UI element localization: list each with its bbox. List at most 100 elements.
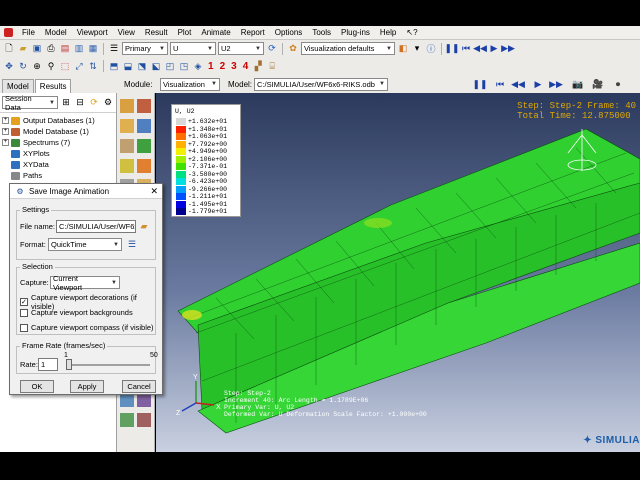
common-options-icon[interactable] [137, 413, 151, 427]
component-select[interactable]: U2 ▼ [218, 42, 264, 55]
view-left-icon[interactable]: ◰ [164, 60, 176, 72]
cancel-button[interactable]: Cancel [122, 380, 156, 393]
close-icon[interactable]: ✕ [150, 186, 158, 197]
format-options-icon[interactable]: ☰ [126, 239, 138, 251]
animate-time-icon[interactable] [137, 159, 151, 173]
menu-tools[interactable]: Tools [307, 28, 336, 37]
auto-fit-icon[interactable]: ⤢ [73, 60, 85, 72]
backgrounds-checkbox[interactable] [20, 308, 28, 317]
session-data-select[interactable]: Session Data ▼ [2, 94, 58, 112]
viewport-cascade-icon[interactable]: ▦ [87, 43, 99, 55]
menu-result[interactable]: Result [140, 28, 173, 37]
file-name-input[interactable]: C:/SIMULIA/User/WF6x6 [56, 220, 136, 233]
print-icon[interactable]: ⎙ [45, 43, 57, 55]
tree-item-xyplots[interactable]: XYPlots [2, 148, 114, 159]
menu-report[interactable]: Report [236, 28, 270, 37]
apply-button[interactable]: Apply [70, 380, 104, 393]
first-frame-icon[interactable]: ⏮ [460, 43, 472, 55]
next-frame-icon[interactable]: ▶▶ [501, 43, 515, 55]
record-icon[interactable]: ⏺ [612, 78, 624, 90]
save-icon[interactable]: ▣ [31, 43, 43, 55]
rotate-icon[interactable]: ↻ [17, 60, 29, 72]
menu-help[interactable]: Help [375, 28, 401, 37]
play-icon[interactable]: ▶ [488, 43, 500, 55]
saved-view-4[interactable]: 4 [241, 61, 251, 72]
zoom-box-icon[interactable]: ⚲ [45, 60, 57, 72]
primary-variable-select[interactable]: Primary ▼ [122, 42, 168, 55]
allow-multiple-plot-icon[interactable] [137, 139, 151, 153]
field-output-icon[interactable]: ☰ [108, 43, 120, 55]
query-icon[interactable]: ⓘ [425, 43, 437, 55]
saved-view-2[interactable]: 2 [218, 61, 228, 72]
tree-item-paths[interactable]: Paths [2, 170, 114, 181]
visualization-defaults-select[interactable]: Visualization defaults ▼ [301, 42, 395, 55]
format-select[interactable]: QuickTime ▼ [48, 238, 122, 251]
viewport-icon[interactable]: ▤ [59, 43, 71, 55]
rate-input[interactable]: 1 [38, 358, 58, 371]
display-group-icon[interactable] [120, 393, 134, 407]
view-front-icon[interactable]: ⬒ [108, 60, 120, 72]
tree-filter-icon[interactable]: ⊞ [60, 97, 72, 109]
cycle-icon[interactable]: ⇅ [87, 60, 99, 72]
slider-thumb[interactable] [66, 358, 72, 370]
magnify-icon[interactable]: ⊕ [31, 60, 43, 72]
plot-symbols-icon[interactable] [137, 119, 151, 133]
menu-model[interactable]: Model [40, 28, 72, 37]
expand-icon[interactable]: + [2, 139, 9, 146]
expand-icon[interactable]: + [2, 128, 9, 135]
tab-results[interactable]: Results [34, 79, 72, 94]
tree-item-xydata[interactable]: XYData [2, 159, 114, 170]
ctx-pause-icon[interactable]: ❚❚ [472, 78, 487, 90]
menu-plugins[interactable]: Plug-ins [336, 28, 375, 37]
pan-icon[interactable]: ✥ [3, 60, 15, 72]
tree-item-spectrums[interactable]: + Spectrums (7) [2, 137, 114, 148]
animate-scale-icon[interactable] [120, 159, 134, 173]
tree-item-model-database[interactable]: + Model Database (1) [2, 126, 114, 137]
movie-camera-icon[interactable]: 🎥 [592, 78, 604, 90]
field-select[interactable]: U ▼ [170, 42, 216, 55]
tree-expand-icon[interactable]: ⊟ [74, 97, 86, 109]
camera-icon[interactable]: 📷 [572, 78, 584, 90]
module-select[interactable]: Visualization ▼ [160, 77, 220, 91]
backgrounds-row[interactable]: Capture viewport backgrounds [20, 308, 133, 317]
visualization-defaults-icon[interactable]: ✿ [287, 43, 299, 55]
view-right-icon[interactable]: ◳ [178, 60, 190, 72]
replace-selected-icon[interactable] [137, 393, 151, 407]
ctx-next-icon[interactable]: ▶▶ [549, 78, 563, 90]
color-code-icon[interactable]: ◧ [397, 43, 409, 55]
open-file-icon[interactable]: ▰ [17, 43, 29, 55]
menu-view[interactable]: View [113, 28, 140, 37]
menu-viewport[interactable]: Viewport [72, 28, 113, 37]
tree-item-output-databases[interactable]: + Output Databases (1) [2, 115, 114, 126]
frame-rate-slider[interactable] [66, 358, 150, 370]
view-bottom-icon[interactable]: ⬕ [150, 60, 162, 72]
menu-plot[interactable]: Plot [173, 28, 197, 37]
plot-material-orientation-icon[interactable] [120, 139, 134, 153]
folder-browse-icon[interactable]: ▰ [138, 221, 150, 233]
pause-icon[interactable]: ❚❚ [444, 43, 459, 55]
view-cut-icon[interactable] [120, 413, 134, 427]
render-style-icon[interactable]: ▞ [252, 60, 264, 72]
viewport-tile-icon[interactable]: ▥ [73, 43, 85, 55]
tree-tools-icon[interactable]: ⚙ [102, 97, 114, 109]
color-dropdown-icon[interactable]: ▾ [411, 43, 423, 55]
menu-file[interactable]: File [17, 28, 40, 37]
new-file-icon[interactable]: 🗋 [3, 43, 15, 55]
compass-checkbox[interactable] [20, 323, 28, 332]
view-iso-icon[interactable]: ◈ [192, 60, 204, 72]
ok-button[interactable]: OK [20, 380, 54, 393]
tree-refresh-icon[interactable]: ⟳ [88, 97, 100, 109]
decorations-checkbox[interactable]: ✓ [20, 298, 28, 306]
previous-frame-icon[interactable]: ◀◀ [473, 43, 487, 55]
ctx-first-frame-icon[interactable]: ⏮ [494, 78, 506, 90]
viewport[interactable]: Y Z X U, U2 +1.632e+01 +1.348e+01 +1.063e+… [156, 93, 640, 452]
ctx-previous-icon[interactable]: ◀◀ [511, 78, 525, 90]
plot-undeformed-icon[interactable] [120, 99, 134, 113]
view-back-icon[interactable]: ⬓ [122, 60, 134, 72]
view-top-icon[interactable]: ⬔ [136, 60, 148, 72]
expand-icon[interactable]: + [2, 117, 9, 124]
plot-contours-icon[interactable] [120, 119, 134, 133]
box-zoom-icon[interactable]: ⬚ [59, 60, 71, 72]
refresh-icon[interactable]: ⟳ [266, 43, 278, 55]
menu-animate[interactable]: Animate [196, 28, 235, 37]
